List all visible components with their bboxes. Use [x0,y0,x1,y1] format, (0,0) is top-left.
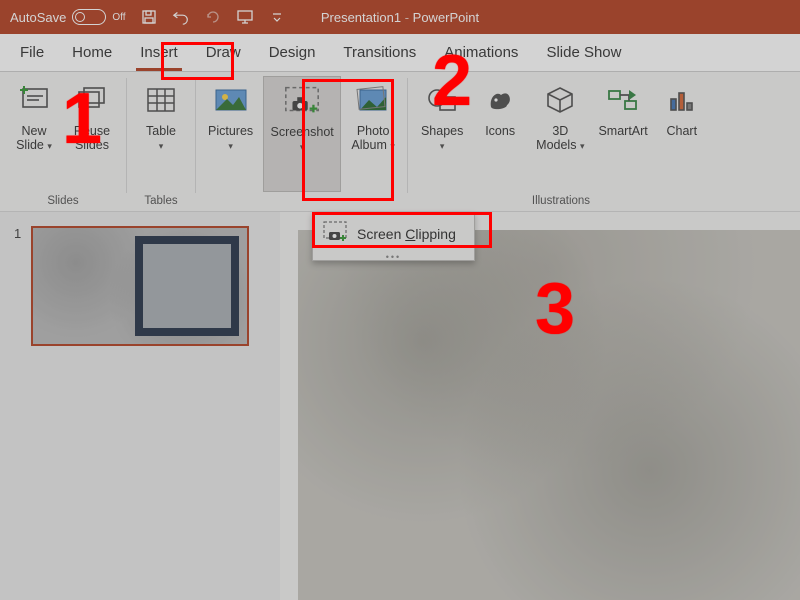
app-name: PowerPoint [413,10,479,25]
group-images: Pictures▾ Screenshot▾ PhotoAlbum ▾ . [196,72,407,211]
group-tables: Table▾ Tables [127,72,195,211]
chart-button[interactable]: Chart [658,76,706,192]
3d-models-button[interactable]: 3DModels ▾ [532,76,588,192]
autosave-toggle[interactable]: AutoSave Off [10,9,126,25]
new-slide-icon [14,80,54,120]
table-icon [141,80,181,120]
photo-album-label: PhotoAlbum ▾ [351,124,394,153]
pictures-icon [211,80,251,120]
shapes-label: Shapes [421,124,463,138]
slideshow-from-start-icon[interactable] [236,8,254,26]
group-illustrations-label: Illustrations [532,192,590,209]
ribbon: NewSlide ▾ ReuseSlides Slides Table▾ Tab… [0,72,800,212]
smartart-label: SmartArt [598,124,647,138]
smartart-button[interactable]: SmartArt [594,76,651,192]
screen-clipping-item[interactable]: Screen Clipping [313,213,474,254]
group-tables-label: Tables [144,192,177,209]
tab-insert[interactable]: Insert [126,36,192,71]
save-icon[interactable] [140,8,158,26]
photo-album-button[interactable]: PhotoAlbum ▾ [347,76,399,192]
thumbnail-row-1[interactable]: 1 [14,226,266,346]
undo-icon[interactable] [172,8,190,26]
cube-icon [540,80,580,120]
3d-models-label: 3DModels ▾ [536,124,584,153]
shapes-button[interactable]: Shapes▾ [416,76,468,192]
screenshot-button[interactable]: Screenshot▾ [263,76,341,192]
pictures-label: Pictures [208,124,253,138]
slide-canvas[interactable] [298,230,800,600]
slide-thumbnail-1[interactable] [31,226,249,346]
screen-clipping-label: Screen Clipping [357,226,456,242]
doc-name: Presentation1 [321,10,401,25]
new-slide-label: NewSlide ▾ [16,124,52,153]
screen-clipping-icon [323,221,347,246]
work-area: 1 [0,212,800,600]
reuse-slides-button[interactable]: ReuseSlides [66,76,118,192]
slide-thumbnail-panel: 1 [0,212,280,600]
chart-icon [662,80,702,120]
tab-home[interactable]: Home [58,36,126,71]
photo-album-icon [353,80,393,120]
table-button[interactable]: Table▾ [135,76,187,192]
screenshot-dropdown: Screen Clipping ••• [312,212,475,261]
icons-icon [480,80,520,120]
tab-draw[interactable]: Draw [192,36,255,71]
tab-design[interactable]: Design [255,36,330,71]
thumb-number-1: 1 [14,226,21,346]
dropdown-grip[interactable]: ••• [313,254,474,260]
smartart-icon [603,80,643,120]
autosave-switch[interactable] [72,9,106,25]
chart-label: Chart [666,124,697,138]
group-slides-label: Slides [47,192,78,209]
group-slides: NewSlide ▾ ReuseSlides Slides [0,72,126,211]
slide-canvas-area [280,212,800,600]
qat-more-icon[interactable] [268,8,286,26]
quick-access-toolbar [140,8,286,26]
redo-icon[interactable] [204,8,222,26]
tab-transitions[interactable]: Transitions [329,36,430,71]
reuse-slides-label: ReuseSlides [74,124,110,153]
tab-slideshow[interactable]: Slide Show [532,36,635,71]
icons-label: Icons [485,124,515,138]
autosave-label: AutoSave [10,10,66,25]
title-bar: AutoSave Off Presentation1 - PowerPoint [0,0,800,34]
shapes-icon [422,80,462,120]
table-label: Table [146,124,176,138]
ribbon-tabs: File Home Insert Draw Design Transitions… [0,34,800,72]
pictures-button[interactable]: Pictures▾ [204,76,257,192]
autosave-state: Off [112,12,125,23]
reuse-slides-icon [72,80,112,120]
group-illustrations: Shapes▾ Icons 3DModels ▾ SmartArt [408,72,714,211]
screenshot-label: Screenshot [271,125,334,139]
autosave-knob [75,12,85,22]
new-slide-button[interactable]: NewSlide ▾ [8,76,60,192]
icons-button[interactable]: Icons [474,76,526,192]
thumb-content-box [135,236,239,336]
screenshot-icon [282,81,322,121]
tab-file[interactable]: File [6,36,58,71]
tab-animations[interactable]: Animations [430,36,532,71]
